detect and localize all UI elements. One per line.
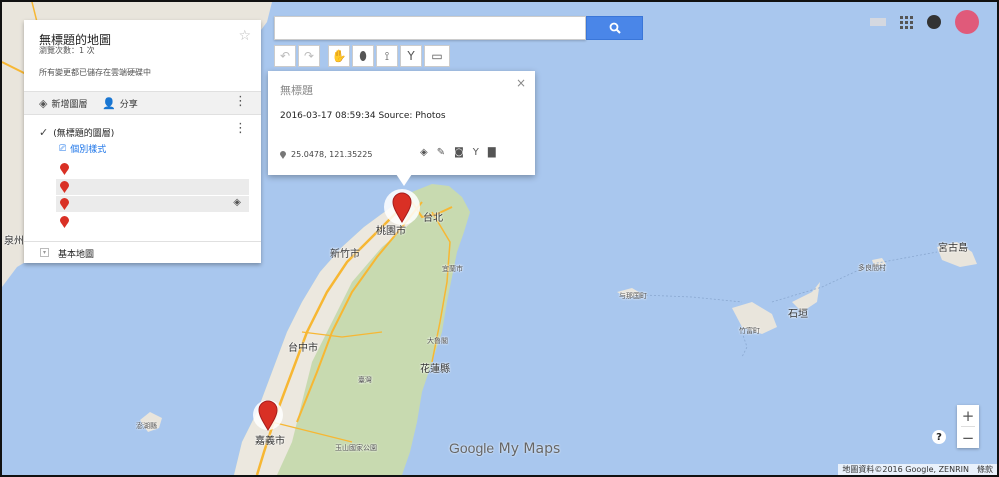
- marker-icon: [60, 216, 69, 228]
- expand-icon[interactable]: ▾: [40, 248, 49, 257]
- popup-pointer: [396, 174, 412, 186]
- notifications-icon[interactable]: [927, 15, 941, 29]
- measure-button[interactable]: ▭: [424, 45, 450, 67]
- popup-tools: ◈ ✎ ◙ Y ▇: [420, 147, 496, 158]
- marker-icon: [60, 198, 69, 210]
- undo-button[interactable]: ↶: [274, 45, 296, 67]
- label-taoyuan: 桃園市: [376, 226, 406, 237]
- map-panel: 無標題的地圖 ☆ 瀏覽次數：1 次 所有變更都已儲存在雲端硬碟中 ◈ 新增圖層 …: [24, 20, 261, 263]
- layer-header: ✓ (無標題的圖層): [39, 126, 114, 139]
- label-taketomi: 竹富町: [739, 327, 760, 335]
- base-map-label: 基本地圖: [58, 250, 95, 260]
- directions-icon: Y: [407, 49, 415, 63]
- list-item[interactable]: ◈: [56, 196, 249, 212]
- layer-options-icon[interactable]: ⋮: [234, 122, 247, 135]
- label-ishigaki: 石垣: [788, 309, 808, 320]
- info-popup: 無標題 × 2016-03-17 08:59:34 Source: Photos…: [268, 71, 535, 175]
- ruler-icon: ▭: [431, 49, 443, 63]
- marker-icon: [60, 163, 69, 175]
- label-yonaguni: 与那国町: [619, 292, 647, 300]
- view-count: 瀏覽次數：1 次: [39, 46, 95, 55]
- paint-bucket-icon[interactable]: ◈: [420, 147, 428, 158]
- share-button[interactable]: 👤 分享: [102, 97, 138, 110]
- label-penghu: 澎湖縣: [136, 422, 157, 430]
- marker-icon: ⬮: [359, 48, 367, 63]
- close-icon[interactable]: ×: [516, 76, 526, 90]
- label-hsinchu: 新竹市: [330, 249, 360, 260]
- coordinates-text: 25.0478, 121.35225: [291, 150, 373, 159]
- label-taichung: 台中市: [288, 343, 318, 354]
- draw-line-button[interactable]: ⟟: [376, 45, 398, 67]
- terms-link[interactable]: 條款: [977, 464, 993, 475]
- label-tarama: 多良間村: [858, 264, 886, 272]
- label-taiwan: 臺灣: [358, 376, 372, 384]
- marker-icon: [60, 181, 69, 193]
- map-toolbar: ↶ ↷ ✋ ⬮ ⟟ Y ▭: [274, 45, 450, 67]
- attribution: 地圖資料©2016 Google, ZENRIN 條款: [838, 464, 997, 475]
- logo-google: Google: [449, 440, 495, 456]
- star-icon[interactable]: ☆: [238, 28, 251, 44]
- zoom-in-button[interactable]: +: [957, 405, 979, 426]
- add-layer-button[interactable]: ◈ 新增圖層: [39, 97, 87, 110]
- label-taipei: 台北: [423, 213, 443, 224]
- edit-icon[interactable]: ✎: [437, 147, 445, 158]
- map-data-credit: 地圖資料©2016 Google, ZENRIN: [842, 465, 969, 474]
- label-yilan: 宜蘭市: [442, 265, 463, 273]
- search-button[interactable]: [586, 16, 643, 40]
- chiayi-pin[interactable]: [253, 400, 283, 431]
- hand-icon: ✋: [331, 49, 347, 63]
- directions-button[interactable]: Y: [400, 45, 422, 67]
- map-frame: 桃園市 台北 新竹市 宜蘭市 台中市 大魯閣 花蓮縣 臺灣 玉山國家公園 嘉義市…: [0, 0, 999, 477]
- paint-bucket-icon[interactable]: ◈: [233, 197, 241, 208]
- camera-icon[interactable]: ◙: [454, 147, 464, 158]
- apps-icon[interactable]: [900, 15, 913, 29]
- delete-icon[interactable]: ▇: [488, 147, 496, 158]
- save-status: 所有變更都已儲存在雲端硬碟中: [39, 68, 151, 77]
- popup-description: 2016-03-17 08:59:34 Source: Photos: [280, 111, 446, 121]
- avatar[interactable]: [955, 10, 979, 34]
- style-label: 個別樣式: [70, 145, 107, 155]
- logo-product: My Maps: [498, 441, 561, 457]
- marker-icon: [280, 150, 286, 159]
- popup-title[interactable]: 無標題: [280, 82, 313, 98]
- label-hualien: 花蓮縣: [420, 364, 450, 375]
- taoyuan-pin[interactable]: [384, 189, 420, 225]
- zoom-out-button[interactable]: −: [957, 427, 979, 448]
- label-quanzhou: 泉州: [4, 236, 24, 247]
- draw-line-icon: ⟟: [384, 48, 390, 63]
- layers-icon: ◈: [39, 97, 48, 110]
- panel-actions: ◈ 新增圖層 👤 分享 ⋮: [24, 91, 261, 115]
- share-label: 分享: [119, 100, 138, 110]
- directions-icon[interactable]: Y: [473, 147, 479, 158]
- search-input[interactable]: [274, 16, 586, 40]
- label-miyakojima: 宮古島: [938, 243, 968, 254]
- layer-name[interactable]: (無標題的圖層): [53, 126, 114, 139]
- popup-coordinates: 25.0478, 121.35225: [280, 150, 372, 159]
- style-button[interactable]: ⎚ 個別樣式: [59, 142, 107, 156]
- add-layer-label: 新增圖層: [51, 100, 88, 110]
- map-logo: Google My Maps: [449, 440, 560, 457]
- add-marker-button[interactable]: ⬮: [352, 45, 374, 67]
- search-icon: [609, 22, 621, 34]
- help-icon[interactable]: ?: [932, 430, 946, 444]
- list-item[interactable]: [56, 179, 249, 195]
- account-bar: [870, 10, 979, 34]
- pan-button[interactable]: ✋: [328, 45, 350, 67]
- label-chiayi: 嘉義市: [255, 436, 285, 447]
- label-taroko: 大魯閣: [427, 337, 448, 345]
- layer-checkbox[interactable]: ✓: [39, 126, 48, 139]
- redo-icon: ↷: [303, 49, 315, 63]
- base-map-section[interactable]: ▾ 基本地圖: [24, 241, 261, 264]
- redo-button[interactable]: ↷: [298, 45, 320, 67]
- map-options-icon[interactable]: ⋮: [234, 95, 247, 108]
- label-yushan: 玉山國家公園: [335, 444, 377, 452]
- zoom-control: + −: [957, 405, 979, 448]
- add-person-icon: 👤: [102, 97, 116, 110]
- account-name[interactable]: [870, 18, 886, 26]
- undo-icon: ↶: [279, 49, 291, 63]
- list-item[interactable]: [56, 214, 249, 230]
- list-item[interactable]: [56, 161, 249, 177]
- paint-roller-icon: ⎚: [59, 143, 67, 154]
